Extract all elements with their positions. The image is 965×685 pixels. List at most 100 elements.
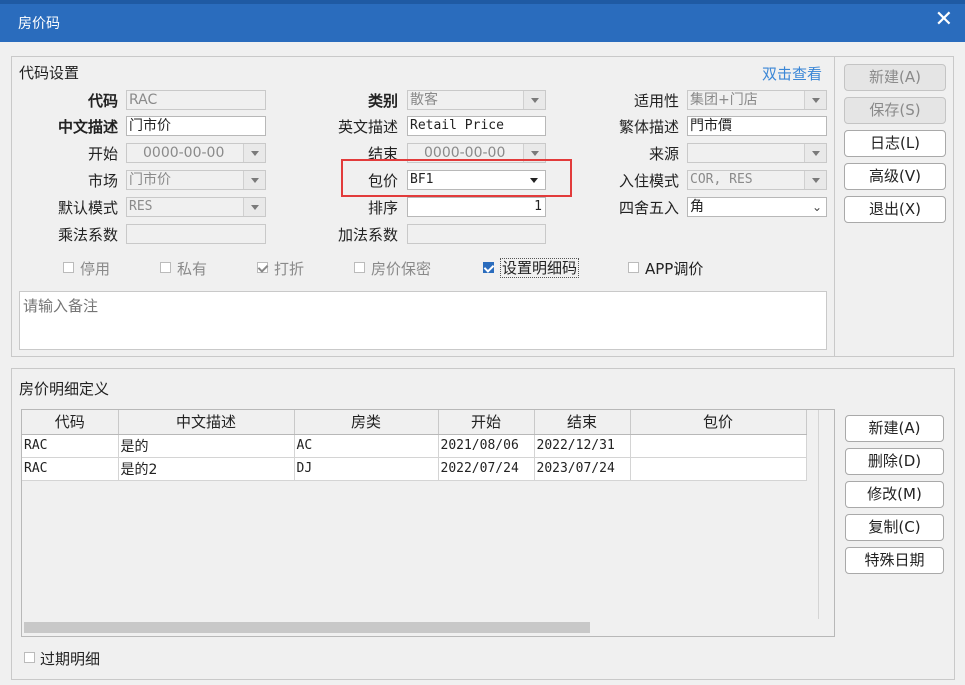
start-date-value: 0000-00-00 — [143, 145, 225, 161]
expired-details-checkbox[interactable] — [24, 652, 35, 663]
detail-copy-button[interactable]: 复制(C) — [845, 514, 944, 541]
disabled-checkbox[interactable] — [63, 262, 74, 273]
double-click-link[interactable]: 双击查看 — [762, 63, 822, 84]
cell-code: RAC — [22, 434, 119, 458]
package-value: BF1 — [410, 172, 434, 187]
category-dropdown-icon — [523, 91, 545, 109]
source-label: 来源 — [648, 145, 679, 163]
discount-checkbox[interactable] — [257, 262, 268, 273]
save-button[interactable]: 保存(S) — [844, 97, 946, 124]
expired-details-label: 过期明细 — [40, 650, 101, 668]
column-header-package[interactable]: 包价 — [630, 410, 807, 435]
code-settings-title: 代码设置 — [19, 64, 80, 82]
category-value: 散客 — [410, 92, 438, 108]
code-field[interactable]: RAC — [126, 90, 266, 110]
default-mode-label: 默认模式 — [57, 199, 118, 217]
add-factor-field[interactable] — [407, 224, 546, 244]
detail-edit-button[interactable]: 修改(M) — [845, 481, 944, 508]
checkin-mode-label: 入住模式 — [618, 172, 679, 190]
category-label: 类别 — [367, 92, 398, 110]
advanced-button[interactable]: 高级(V) — [844, 163, 946, 190]
column-header-start[interactable]: 开始 — [438, 410, 535, 435]
applicability-select[interactable]: 集团+门店 — [687, 90, 827, 110]
table-header-row: 代码 中文描述 房类 开始 结束 包价 — [22, 410, 807, 435]
cell-end: 2022/12/31 — [534, 434, 631, 458]
checkin-mode-dropdown-icon — [804, 171, 826, 189]
rounding-select[interactable]: 角 ⌄ — [687, 197, 827, 217]
detail-delete-button[interactable]: 删除(D) — [845, 448, 944, 475]
cn-desc-label: 中文描述 — [57, 118, 118, 136]
source-select[interactable] — [687, 143, 827, 163]
sort-label: 排序 — [367, 199, 398, 217]
mult-factor-label: 乘法系数 — [57, 226, 118, 244]
cell-cn-desc: 是的 — [118, 434, 295, 458]
window-title: 房价码 — [18, 16, 60, 32]
start-date-dropdown-icon — [243, 144, 265, 162]
rate-confidential-checkbox[interactable] — [354, 262, 365, 273]
table-row[interactable]: RAC 是的2 DJ 2022/07/24 2023/07/24 — [22, 457, 807, 481]
cell-package — [630, 457, 807, 481]
remark-textarea[interactable] — [19, 291, 827, 350]
category-select[interactable]: 散客 — [407, 90, 546, 110]
mult-factor-field[interactable] — [126, 224, 266, 244]
checkin-mode-select[interactable]: COR, RES — [687, 170, 827, 190]
cell-code: RAC — [22, 457, 119, 481]
start-label: 开始 — [87, 145, 118, 163]
column-header-cn-desc[interactable]: 中文描述 — [118, 410, 295, 435]
sort-field[interactable]: 1 — [407, 197, 546, 217]
column-header-code[interactable]: 代码 — [22, 410, 119, 435]
applicability-dropdown-icon — [804, 91, 826, 109]
rounding-chevron-down-icon: ⌄ — [811, 200, 822, 214]
private-checkbox[interactable] — [160, 262, 171, 273]
en-desc-label: 英文描述 — [337, 118, 398, 136]
title-bar: 房价码 ✕ — [0, 0, 965, 42]
package-select[interactable]: BF1 — [407, 170, 546, 190]
rate-detail-grid: 代码 中文描述 房类 开始 结束 包价 RAC 是的 AC 2021/08/06… — [21, 409, 835, 637]
cell-cn-desc: 是的2 — [118, 457, 295, 481]
cell-room-type: AC — [294, 434, 439, 458]
cell-room-type: DJ — [294, 457, 439, 481]
horizontal-scrollbar-thumb[interactable] — [24, 622, 590, 633]
add-factor-label: 加法系数 — [337, 226, 398, 244]
close-icon[interactable]: ✕ — [935, 7, 953, 33]
log-button[interactable]: 日志(L) — [844, 130, 946, 157]
detail-new-button[interactable]: 新建(A) — [845, 415, 944, 442]
title-bar-strip — [0, 0, 965, 4]
discount-checkbox-label: 打折 — [274, 260, 305, 278]
applicability-label: 适用性 — [633, 92, 679, 110]
cn-desc-field[interactable]: 门市价 — [126, 116, 266, 136]
default-mode-dropdown-icon — [243, 198, 265, 216]
cell-start: 2022/07/24 — [438, 457, 535, 481]
rate-confidential-checkbox-label: 房价保密 — [371, 260, 432, 278]
tc-desc-label: 繁体描述 — [618, 118, 679, 136]
market-select[interactable]: 门市价 — [126, 170, 266, 190]
exit-button[interactable]: 退出(X) — [844, 196, 946, 223]
start-date-field[interactable]: 0000-00-00 — [126, 143, 266, 163]
market-value: 门市价 — [129, 172, 171, 188]
default-mode-select[interactable]: RES — [126, 197, 266, 217]
cell-package — [630, 434, 807, 458]
app-price-adjust-checkbox[interactable] — [628, 262, 639, 273]
vertical-scrollbar[interactable] — [818, 410, 834, 620]
table-row[interactable]: RAC 是的 AC 2021/08/06 2022/12/31 — [22, 434, 807, 458]
rounding-value: 角 — [690, 199, 704, 215]
market-dropdown-icon — [243, 171, 265, 189]
new-button[interactable]: 新建(A) — [844, 64, 946, 91]
app-price-adjust-checkbox-label: APP调价 — [645, 260, 704, 278]
applicability-value: 集团+门店 — [690, 92, 758, 108]
private-checkbox-label: 私有 — [177, 260, 208, 278]
en-desc-field[interactable]: Retail Price — [407, 116, 546, 136]
column-header-end[interactable]: 结束 — [534, 410, 631, 435]
tc-desc-field[interactable]: 門市價 — [687, 116, 827, 136]
set-detail-code-checkbox[interactable] — [483, 262, 494, 273]
disabled-checkbox-label: 停用 — [80, 260, 111, 278]
special-dates-button[interactable]: 特殊日期 — [845, 547, 944, 574]
horizontal-scrollbar[interactable] — [22, 619, 834, 636]
cell-start: 2021/08/06 — [438, 434, 535, 458]
package-label: 包价 — [367, 172, 398, 190]
source-dropdown-icon — [804, 144, 826, 162]
column-header-room-type[interactable]: 房类 — [294, 410, 439, 435]
rate-detail-table: 代码 中文描述 房类 开始 结束 包价 RAC 是的 AC 2021/08/06… — [22, 410, 807, 481]
rounding-label: 四舍五入 — [618, 199, 679, 217]
checkin-mode-value: COR, RES — [690, 172, 753, 187]
